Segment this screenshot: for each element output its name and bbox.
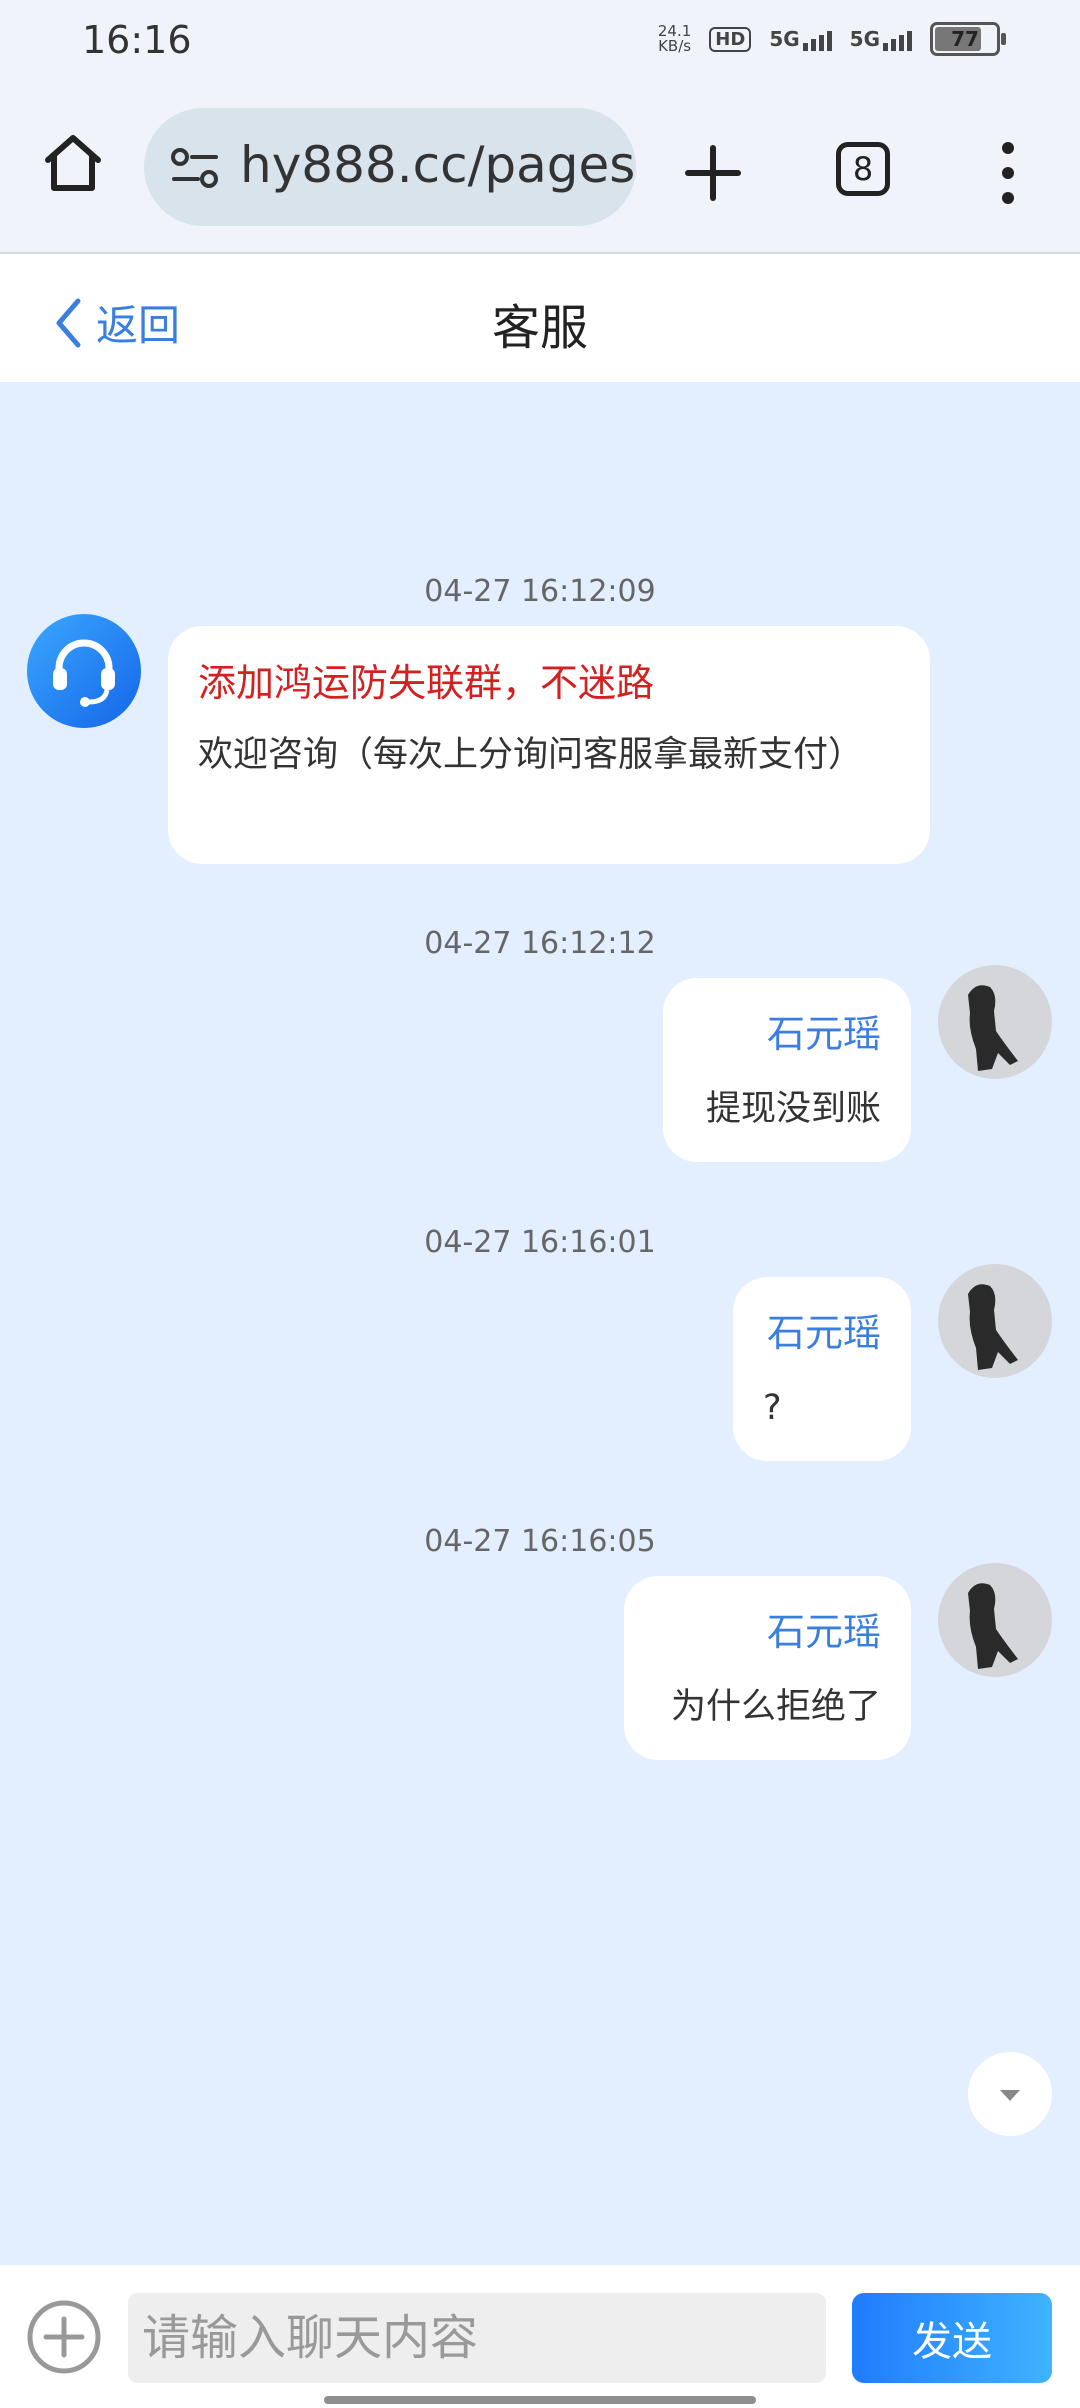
message-text: ?: [763, 1388, 782, 1428]
tab-switcher-button[interactable]: 8: [836, 142, 890, 196]
status-icons: 24.1 KB/s HD 5G 5G 77: [657, 22, 1006, 56]
user-avatar: [938, 1563, 1052, 1677]
user-avatar: [938, 1264, 1052, 1378]
more-menu-icon[interactable]: [990, 138, 1026, 208]
page-header: 返回 客服: [0, 254, 1080, 382]
home-icon[interactable]: [40, 130, 106, 196]
user-avatar: [938, 965, 1052, 1079]
message-bubble: 石元瑶 提现没到账: [663, 978, 911, 1162]
message-timestamp: 04-27 16:12:12: [424, 926, 656, 961]
scroll-to-bottom-button[interactable]: [968, 2052, 1052, 2136]
message-title: 添加鸿运防失联群，不迷路: [198, 661, 655, 705]
headset-icon: [53, 639, 115, 707]
message-timestamp: 04-27 16:16:01: [424, 1225, 656, 1260]
signal-icon: 5G: [769, 27, 832, 51]
message-timestamp: 04-27 16:12:09: [424, 574, 656, 609]
new-tab-icon[interactable]: [680, 140, 746, 206]
sender-name: 石元瑶: [766, 1610, 881, 1654]
message-text: 为什么拒绝了: [670, 1687, 881, 1727]
browser-toolbar: hy888.cc/pages 8: [0, 90, 1080, 254]
battery-icon: 77: [930, 22, 1006, 56]
signal-icon: 5G: [850, 27, 912, 51]
home-indicator[interactable]: [324, 2396, 756, 2404]
url-text: hy888.cc/pages: [240, 136, 636, 194]
message-bubble: 石元瑶 ?: [733, 1277, 911, 1461]
status-time: 16:16: [82, 18, 192, 62]
message-input[interactable]: [128, 2293, 826, 2383]
message-input-bar: 发送: [0, 2265, 1080, 2408]
address-bar[interactable]: hy888.cc/pages: [144, 108, 636, 226]
add-attachment-icon[interactable]: [24, 2297, 104, 2377]
cs-avatar: [27, 614, 141, 728]
message-text: 提现没到账: [705, 1089, 881, 1129]
message-text: 欢迎咨询（每次上分询问客服拿最新支付）: [198, 735, 864, 775]
message-bubble: 石元瑶 为什么拒绝了: [624, 1576, 911, 1760]
message-bubble: 添加鸿运防失联群，不迷路 欢迎咨询（每次上分询问客服拿最新支付）: [168, 626, 930, 864]
page-title: 客服: [491, 300, 588, 356]
sender-name: 石元瑶: [766, 1311, 881, 1355]
site-settings-icon[interactable]: [170, 146, 220, 190]
message-timestamp: 04-27 16:16:05: [424, 1524, 656, 1559]
hd-icon: HD: [709, 26, 752, 52]
send-button[interactable]: 发送: [852, 2293, 1052, 2383]
status-bar: 16:16 24.1 KB/s HD 5G 5G 77: [0, 0, 1080, 90]
network-speed: 24.1 KB/s: [657, 22, 692, 55]
sender-name: 石元瑶: [766, 1012, 881, 1056]
